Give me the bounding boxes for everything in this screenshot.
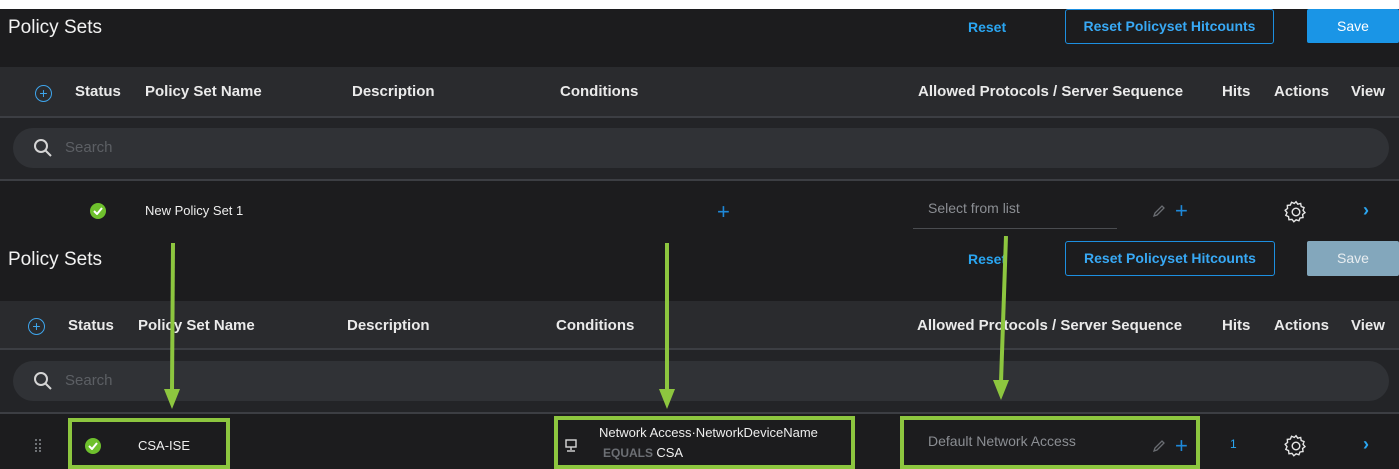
reset-link[interactable]: Reset [968,19,1006,35]
table-header: + Status Policy Set Name Description Con… [0,67,1399,118]
chevron-right-icon[interactable]: › [1363,434,1369,455]
add-protocol-icon[interactable]: + [1175,200,1188,222]
arrow-down-icon [659,243,675,409]
column-status[interactable]: Status [75,83,121,100]
column-actions[interactable]: Actions [1274,83,1329,100]
policy-sets-panel-before: Policy Sets Reset Reset Policyset Hitcou… [0,9,1399,235]
reset-policyset-hitcounts-button[interactable]: Reset Policyset Hitcounts [1065,9,1274,44]
search-input[interactable]: Search [13,128,1389,168]
status-enabled-icon[interactable] [90,203,106,219]
search-placeholder: Search [65,139,113,156]
chevron-right-icon[interactable]: › [1363,200,1369,221]
table-header: + Status Policy Set Name Description Con… [0,301,1399,350]
save-button[interactable]: Save [1307,241,1399,276]
search-row: Search [0,350,1399,414]
protocol-select[interactable]: Select from list [928,200,1020,216]
gear-icon[interactable] [1283,199,1309,225]
search-icon [34,372,52,390]
add-policy-set-icon[interactable]: + [28,318,45,335]
column-policy-set-name[interactable]: Policy Set Name [138,317,255,334]
arrow-down-icon [993,236,1009,400]
page-title: Policy Sets [8,249,102,270]
highlight-box-conditions [554,416,855,469]
drag-handle-icon[interactable] [34,438,42,452]
column-conditions[interactable]: Conditions [556,317,634,334]
hits-count[interactable]: 1 [1230,437,1237,451]
page-title: Policy Sets [8,17,102,38]
column-description[interactable]: Description [347,317,430,334]
policy-sets-panel-after: Policy Sets Reset Reset Policyset Hitcou… [0,235,1399,469]
highlight-box-protocol [900,416,1200,469]
search-input[interactable]: Search [13,361,1389,401]
add-condition-icon[interactable]: + [717,201,730,223]
add-policy-set-icon[interactable]: + [35,85,52,102]
search-row: Search [0,118,1399,181]
column-allowed-protocols[interactable]: Allowed Protocols / Server Sequence [918,83,1183,100]
column-conditions[interactable]: Conditions [560,83,638,100]
column-allowed-protocols[interactable]: Allowed Protocols / Server Sequence [917,317,1182,334]
reset-policyset-hitcounts-button[interactable]: Reset Policyset Hitcounts [1065,241,1275,276]
highlight-box-name [68,418,230,469]
search-placeholder: Search [65,372,113,389]
policy-set-name[interactable]: New Policy Set 1 [145,203,243,218]
column-status[interactable]: Status [68,317,114,334]
gear-icon[interactable] [1283,433,1309,459]
column-policy-set-name[interactable]: Policy Set Name [145,83,262,100]
edit-icon[interactable] [1152,204,1166,218]
column-view[interactable]: View [1351,317,1385,334]
column-view[interactable]: View [1351,83,1385,100]
column-actions[interactable]: Actions [1274,317,1329,334]
save-button[interactable]: Save [1307,9,1399,43]
arrow-down-icon [164,243,180,409]
column-hits[interactable]: Hits [1222,317,1250,334]
search-icon [34,139,52,157]
column-description[interactable]: Description [352,83,435,100]
protocol-field-underline [913,228,1117,229]
column-hits[interactable]: Hits [1222,83,1250,100]
